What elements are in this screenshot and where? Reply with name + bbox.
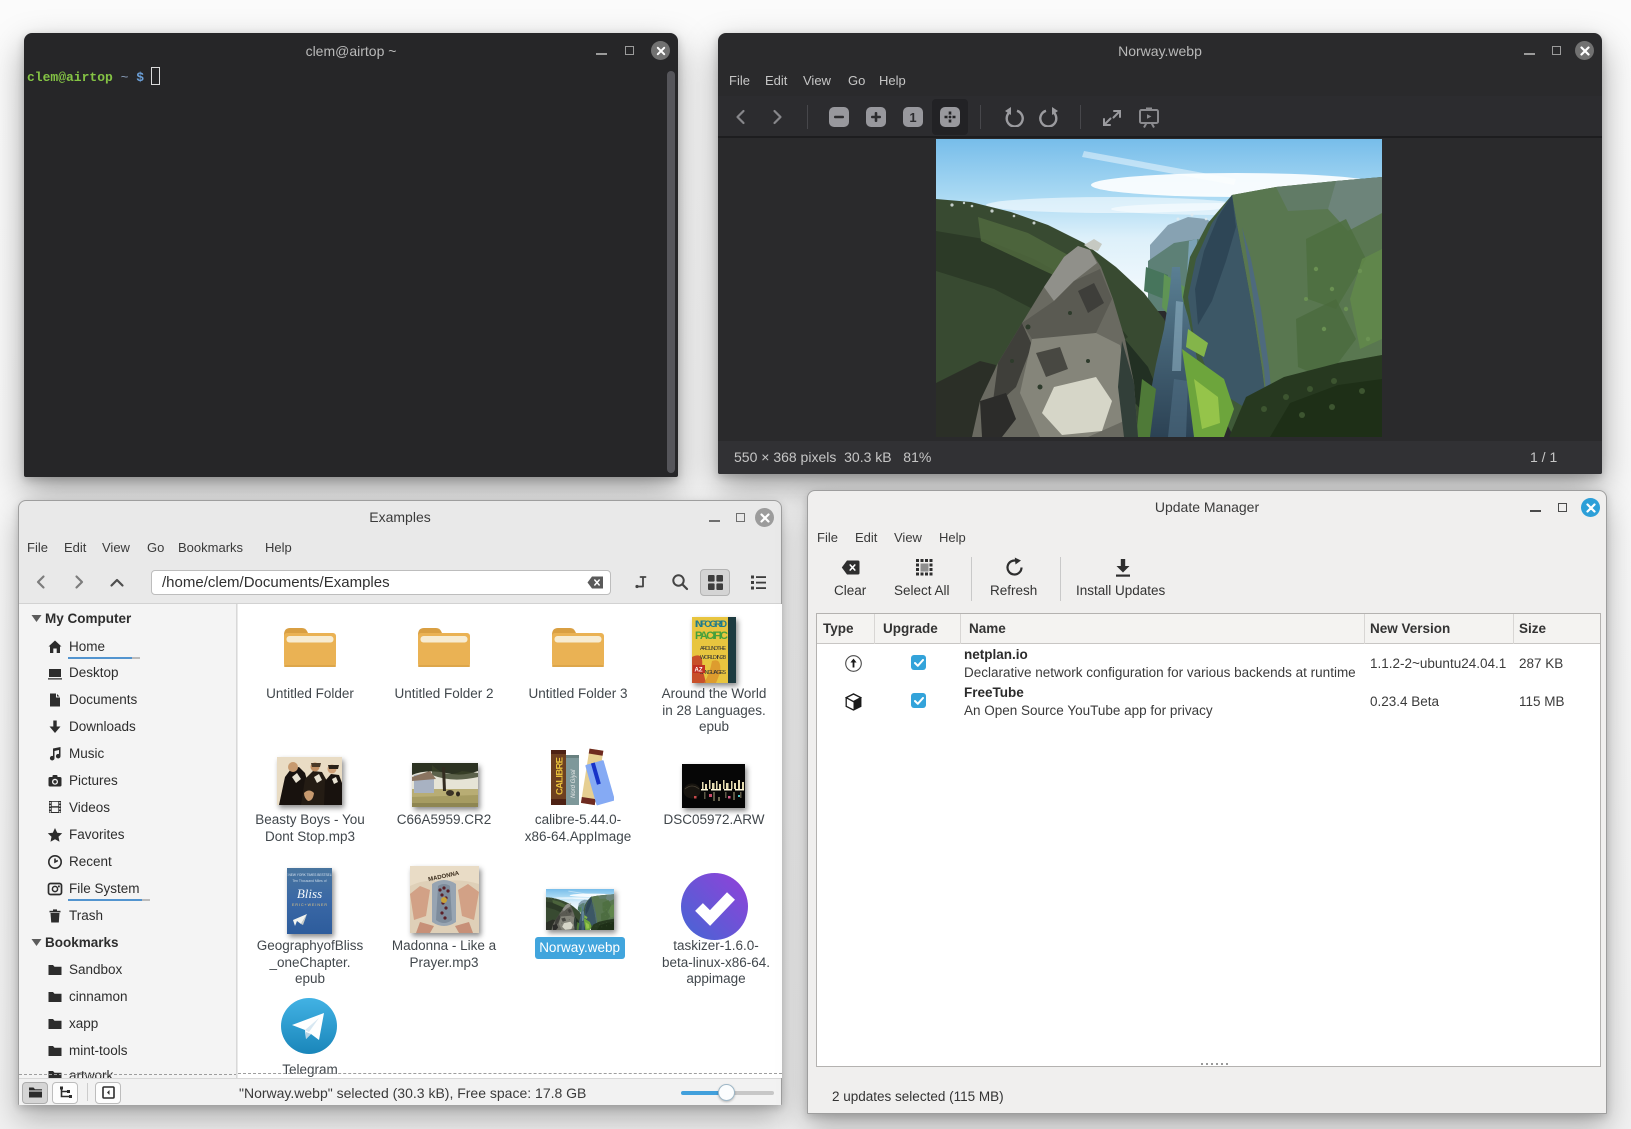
svg-text:INFOGRID: INFOGRID	[695, 619, 728, 629]
svg-text:Nord Giyal: Nord Giyal	[571, 769, 577, 798]
svg-text:THE NEW YORK TIMES BESTSELLER: THE NEW YORK TIMES BESTSELLER	[287, 873, 332, 877]
svg-text:1: 1	[909, 110, 916, 125]
svg-text:E R I C + W E I N E R: E R I C + W E I N E R	[292, 903, 327, 907]
svg-text:CALIBRE: CALIBRE	[555, 757, 566, 795]
svg-text:PACIFIC: PACIFIC	[695, 630, 728, 642]
svg-text:AZ: AZ	[695, 668, 703, 674]
svg-text:WORLD IN 28: WORLD IN 28	[700, 655, 726, 661]
svg-text:Ten Thousand Miles of: Ten Thousand Miles of	[292, 879, 326, 883]
svg-text:Bliss: Bliss	[297, 886, 322, 901]
svg-text:AROUND THE: AROUND THE	[700, 646, 726, 652]
